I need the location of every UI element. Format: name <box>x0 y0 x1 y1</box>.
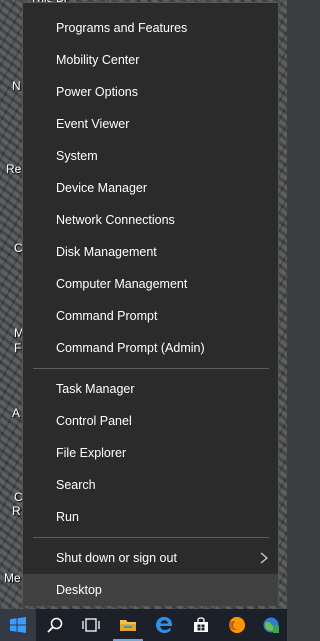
menu-item-desktop[interactable]: Desktop <box>23 574 278 606</box>
taskbar-firefox[interactable] <box>219 609 255 641</box>
search-icon <box>47 617 63 633</box>
menu-item-command-prompt-admin[interactable]: Command Prompt (Admin) <box>23 332 278 364</box>
menu-item-shut-down-or-sign-out[interactable]: Shut down or sign out <box>23 542 278 574</box>
menu-item-system[interactable]: System <box>23 140 278 172</box>
edge-icon <box>156 617 172 633</box>
menu-item-command-prompt[interactable]: Command Prompt <box>23 300 278 332</box>
desktop-icon-label: R <box>12 504 21 518</box>
menu-item-control-panel[interactable]: Control Panel <box>23 405 278 437</box>
menu-item-file-explorer[interactable]: File Explorer <box>23 437 278 469</box>
firefox-icon <box>229 617 245 633</box>
menu-item-device-manager[interactable]: Device Manager <box>23 172 278 204</box>
menu-separator <box>33 537 269 538</box>
task-view-icon <box>82 618 100 632</box>
menu-item-search[interactable]: Search <box>23 469 278 501</box>
menu-item-mobility-center[interactable]: Mobility Center <box>23 44 278 76</box>
menu-item-power-options[interactable]: Power Options <box>23 76 278 108</box>
menu-item-network-connections[interactable]: Network Connections <box>23 204 278 236</box>
taskbar-app[interactable] <box>255 609 287 641</box>
desktop-icon-label: Re <box>6 162 22 176</box>
menu-item-disk-management[interactable]: Disk Management <box>23 236 278 268</box>
menu-item-label: Shut down or sign out <box>56 551 177 565</box>
taskbar-file-explorer[interactable] <box>110 609 146 641</box>
menu-item-run[interactable]: Run <box>23 501 278 533</box>
menu-item-computer-management[interactable]: Computer Management <box>23 268 278 300</box>
taskbar-search-button[interactable] <box>37 609 73 641</box>
taskbar-store[interactable] <box>183 609 219 641</box>
file-explorer-icon <box>120 620 136 631</box>
power-user-menu: Programs and Features Mobility Center Po… <box>22 2 279 606</box>
start-button[interactable] <box>0 609 36 641</box>
desktop-icon-label: F <box>14 341 22 355</box>
menu-separator <box>33 368 269 369</box>
store-icon <box>194 617 208 632</box>
menu-item-event-viewer[interactable]: Event Viewer <box>23 108 278 140</box>
desktop-icon-label: N <box>12 79 21 93</box>
windows-start-icon <box>10 617 26 633</box>
desktop-icon-label: A <box>12 406 21 420</box>
taskbar-edge[interactable] <box>146 609 182 641</box>
task-view-button[interactable] <box>73 609 109 641</box>
taskbar <box>0 609 287 641</box>
menu-item-task-manager[interactable]: Task Manager <box>23 373 278 405</box>
app-icon <box>263 617 279 633</box>
desktop-icon-label: Me <box>4 571 21 585</box>
chevron-right-icon <box>260 552 269 564</box>
menu-item-programs-and-features[interactable]: Programs and Features <box>23 12 278 44</box>
